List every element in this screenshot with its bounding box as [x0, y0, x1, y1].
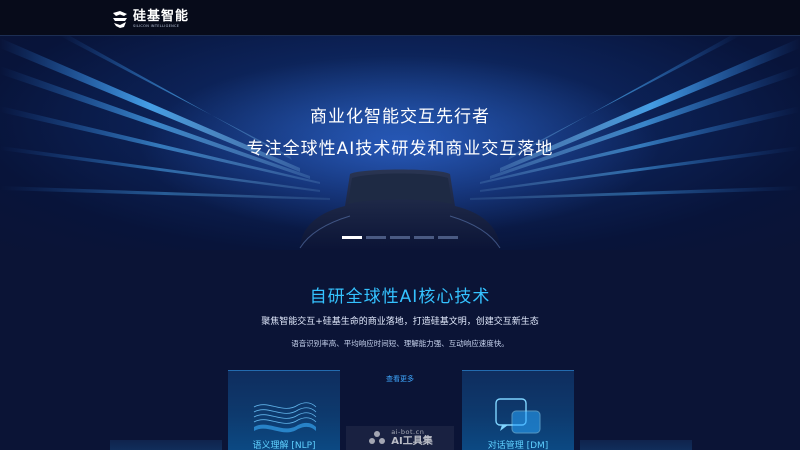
carousel-dot-3[interactable]	[390, 236, 410, 239]
tech-card-nlp[interactable]: 语义理解 [NLP]	[228, 370, 340, 450]
layered-waves-icon	[253, 402, 317, 433]
watermark-name: AI工具集	[391, 435, 433, 447]
card-partial-right	[580, 440, 692, 450]
hero-subheadline: 专注全球性AI技术研发和商业交互落地	[246, 139, 554, 159]
brand-logo[interactable]: 硅基智能 SILICON INTELLIGENCE	[110, 8, 189, 30]
section-subtitle: 聚焦智能交互+硅基生命的商业落地，打造硅基文明，创建交互新生态	[261, 317, 539, 327]
carousel-dot-1[interactable]	[342, 236, 362, 239]
top-navigation-bar: 硅基智能 SILICON INTELLIGENCE	[0, 0, 800, 36]
card-partial-left	[110, 440, 222, 450]
carousel-indicators	[342, 236, 458, 239]
watermark-url: ai-bot.cn	[391, 428, 425, 437]
tech-card-label: 语义理解 [NLP]	[252, 441, 316, 450]
section-title: 自研全球性AI核心技术	[309, 287, 491, 307]
silicon-logo-icon	[113, 11, 127, 28]
carousel-dot-4[interactable]	[414, 236, 434, 239]
tech-card-dm[interactable]: 对话管理 [DM]	[462, 370, 574, 450]
view-more-link[interactable]: 查看更多	[370, 374, 430, 384]
hero-headline: 商业化智能交互先行者	[310, 107, 490, 127]
brand-name-english: SILICON INTELLIGENCE	[133, 23, 180, 28]
chat-bubbles-icon	[495, 398, 541, 434]
watermark-badge: ai-bot.cn AI工具集	[346, 426, 454, 450]
tech-card-label: 对话管理 [DM]	[487, 441, 549, 450]
brand-name: 硅基智能	[133, 8, 190, 24]
carousel-dot-5[interactable]	[438, 236, 458, 239]
carousel-dot-2[interactable]	[366, 236, 386, 239]
hero-banner-carousel[interactable]: 商业化智能交互先行者 专注全球性AI技术研发和商业交互落地	[0, 36, 800, 250]
watermark-logo-icon	[369, 431, 386, 444]
section-description: 语音识别率高、平均响应时间短、理解能力强、互动响应速度快。	[291, 339, 509, 348]
